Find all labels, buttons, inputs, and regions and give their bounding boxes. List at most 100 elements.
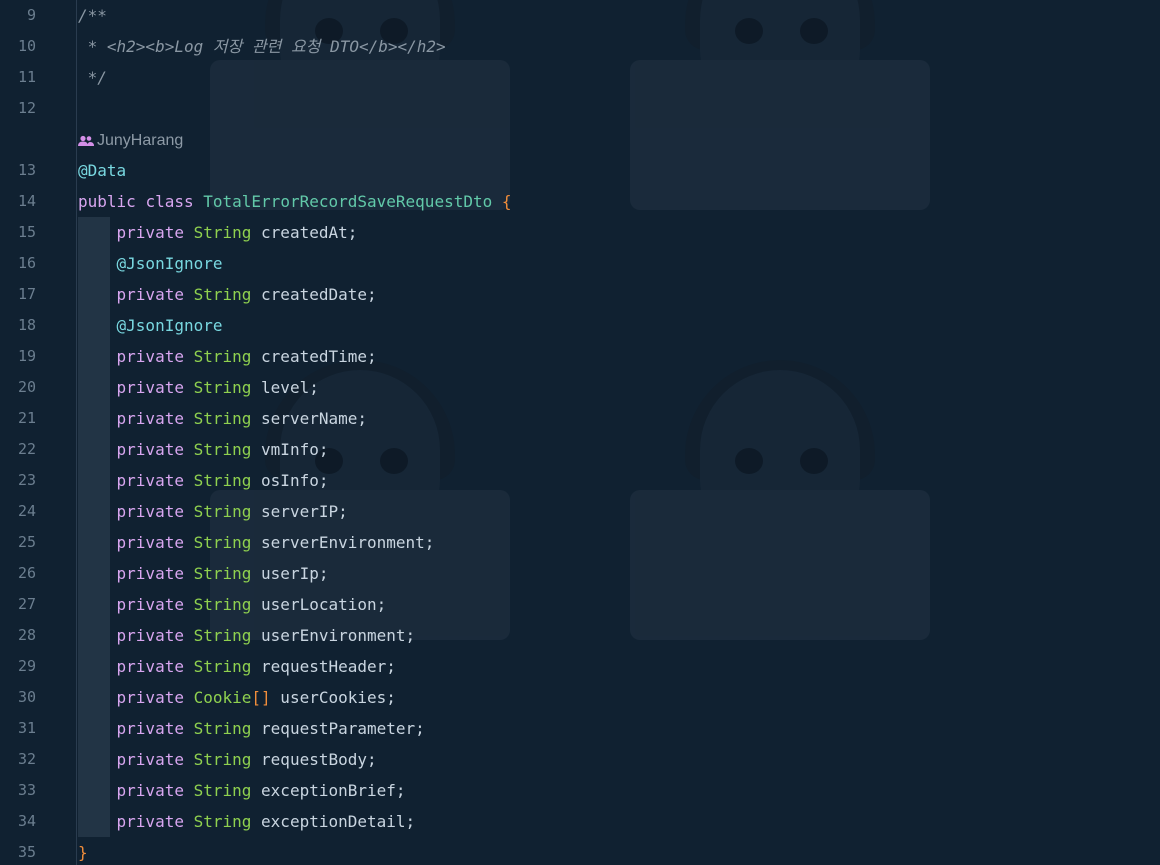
code-line[interactable]: 35} <box>0 837 1160 865</box>
code-line[interactable]: 30 private Cookie[] userCookies; <box>0 682 1160 713</box>
line-number: 20 <box>17 378 36 396</box>
code-line[interactable]: 25 private String serverEnvironment; <box>0 527 1160 558</box>
author-hint[interactable]: JunyHarang <box>78 132 183 149</box>
code-text: * <h2><b>Log 저장 관련 요청 DTO</b></h2> <box>78 31 446 62</box>
token-brace: } <box>78 843 88 862</box>
line-number: 14 <box>17 192 36 210</box>
author-hint-row[interactable]: JunyHarang <box>0 124 1160 155</box>
token-anno: @JsonIgnore <box>116 254 223 273</box>
code-text: private String requestBody; <box>78 744 377 775</box>
line-number: 32 <box>17 750 36 768</box>
token-ident: serverIP; <box>251 502 348 521</box>
token-punct <box>184 564 194 583</box>
token-kw: private <box>116 626 184 645</box>
token-kw: private <box>116 564 184 583</box>
code-line[interactable]: 11 */ <box>0 62 1160 93</box>
line-number: 34 <box>17 812 36 830</box>
line-number: 23 <box>17 471 36 489</box>
code-text: private String userEnvironment; <box>78 620 416 651</box>
code-line[interactable]: 16 @JsonIgnore <box>0 248 1160 279</box>
token-punct <box>184 285 194 304</box>
code-line[interactable]: 9 /** <box>0 0 1160 31</box>
token-type: String <box>193 626 252 645</box>
code-text: public class TotalErrorRecordSaveRequest… <box>78 186 512 217</box>
code-line[interactable]: 17 private String createdDate; <box>0 279 1160 310</box>
token-type: String <box>193 533 252 552</box>
line-number: 9 <box>26 6 36 24</box>
token-punct <box>78 626 117 645</box>
token-type: String <box>193 657 252 676</box>
code-text: private String osInfo; <box>78 465 329 496</box>
token-type: String <box>193 409 252 428</box>
code-text: private Cookie[] userCookies; <box>78 682 396 713</box>
code-text: } <box>78 837 88 865</box>
code-line[interactable]: 15 private String createdAt; <box>0 217 1160 248</box>
token-punct <box>184 409 194 428</box>
code-line[interactable]: 32 private String requestBody; <box>0 744 1160 775</box>
token-punct <box>78 223 117 242</box>
code-line[interactable]: 21 private String serverName; <box>0 403 1160 434</box>
code-line[interactable]: 12 <box>0 93 1160 124</box>
token-comment: /** <box>78 6 107 25</box>
code-text: private String exceptionBrief; <box>78 775 406 806</box>
token-type: String <box>193 719 252 738</box>
token-ident: requestBody; <box>251 750 377 769</box>
token-type: String <box>193 471 252 490</box>
code-line[interactable]: 31 private String requestParameter; <box>0 713 1160 744</box>
token-punct <box>78 378 117 397</box>
code-line[interactable]: 20 private String level; <box>0 372 1160 403</box>
code-line[interactable]: 33 private String exceptionBrief; <box>0 775 1160 806</box>
code-line[interactable]: 10 * <h2><b>Log 저장 관련 요청 DTO</b></h2> <box>0 31 1160 62</box>
token-punct <box>78 595 117 614</box>
token-type: String <box>193 440 252 459</box>
code-line[interactable]: 27 private String userLocation; <box>0 589 1160 620</box>
line-number: 10 <box>17 37 36 55</box>
code-text: private String createdAt; <box>78 217 358 248</box>
token-anno: @Data <box>78 161 127 180</box>
line-number: 35 <box>17 843 36 861</box>
token-ident: requestHeader; <box>251 657 396 676</box>
code-line[interactable]: 14 public class TotalErrorRecordSaveReque… <box>0 186 1160 217</box>
code-line[interactable]: 29 private String requestHeader; <box>0 651 1160 682</box>
code-line[interactable]: 13 @Data <box>0 155 1160 186</box>
token-punct <box>184 223 194 242</box>
code-text: private String createdTime; <box>78 341 377 372</box>
token-type: String <box>193 285 252 304</box>
line-number: 30 <box>17 688 36 706</box>
token-ident: userCookies; <box>270 688 396 707</box>
token-punct <box>78 719 117 738</box>
token-punct <box>184 812 194 831</box>
code-text: private String userIp; <box>78 558 329 589</box>
line-number: 16 <box>17 254 36 272</box>
line-number: 15 <box>17 223 36 241</box>
code-line[interactable]: 23 private String osInfo; <box>0 465 1160 496</box>
code-editor[interactable]: 9 /** 10 * <h2><b>Log 저장 관련 요청 DTO</b></h2… <box>0 0 1160 865</box>
code-line[interactable]: 18 @JsonIgnore <box>0 310 1160 341</box>
token-kw: private <box>116 347 184 366</box>
token-kw: private <box>116 285 184 304</box>
code-line[interactable]: 28 private String userEnvironment; <box>0 620 1160 651</box>
code-line[interactable]: 26 private String userIp; <box>0 558 1160 589</box>
token-kw: public <box>78 192 136 211</box>
code-line[interactable]: 34 private String exceptionDetail; <box>0 806 1160 837</box>
code-line[interactable]: 22 private String vmInfo; <box>0 434 1160 465</box>
code-line[interactable]: 19 private String createdTime; <box>0 341 1160 372</box>
token-ident: exceptionBrief; <box>251 781 406 800</box>
token-kw: private <box>116 595 184 614</box>
token-type: String <box>193 378 252 397</box>
token-punct <box>136 192 146 211</box>
token-ident: userEnvironment; <box>251 626 416 645</box>
token-type: String <box>193 502 252 521</box>
code-text: @JsonIgnore <box>78 248 223 279</box>
code-text: private String vmInfo; <box>78 434 329 465</box>
token-punct <box>184 440 194 459</box>
line-number: 21 <box>17 409 36 427</box>
token-ident: level; <box>251 378 319 397</box>
code-line[interactable]: 24 private String serverIP; <box>0 496 1160 527</box>
token-punct <box>184 471 194 490</box>
token-kw: private <box>116 471 184 490</box>
line-number: 27 <box>17 595 36 613</box>
code-text: @Data <box>78 155 126 186</box>
code-text: private String exceptionDetail; <box>78 806 416 837</box>
author-name: JunyHarang <box>97 132 184 149</box>
